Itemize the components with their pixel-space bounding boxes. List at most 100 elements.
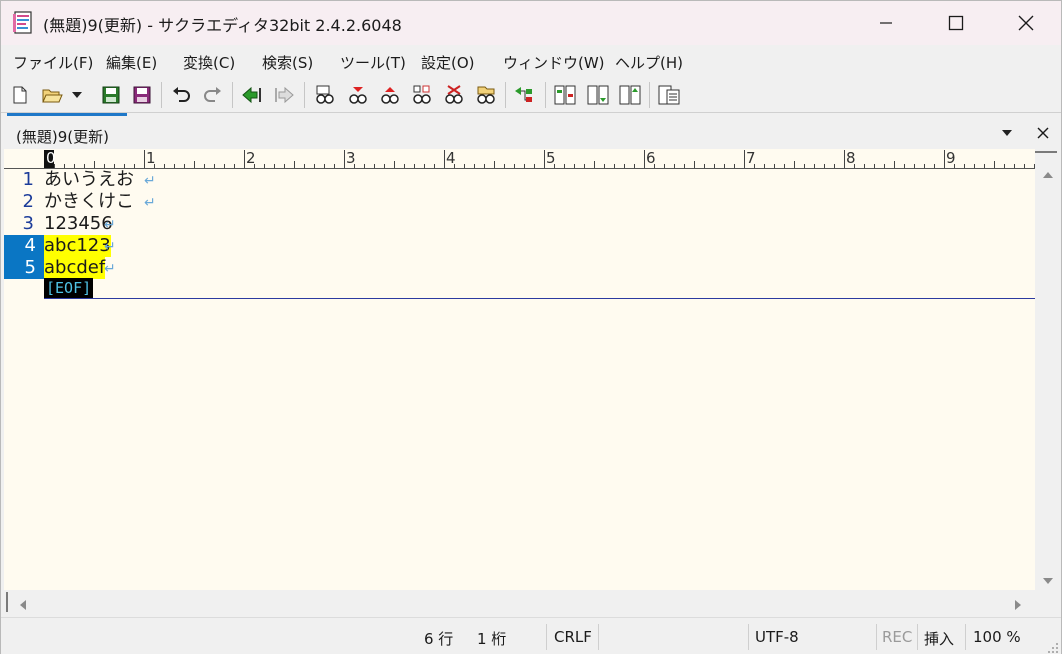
maximize-button[interactable] — [921, 1, 991, 45]
status-separator — [876, 624, 877, 650]
menu-convert[interactable]: 変換(C) — [183, 52, 235, 73]
save-button[interactable] — [98, 82, 124, 108]
scrollbar-split-handle[interactable] — [6, 592, 10, 612]
clear-mark-button[interactable] — [441, 82, 467, 108]
title-bar[interactable]: (無題)9(更新) - サクラエディタ32bit 2.4.2.6048 — [1, 1, 1061, 45]
redo-button[interactable] — [200, 82, 226, 108]
ruler-tick — [124, 164, 125, 168]
ruler-tick — [274, 164, 275, 168]
ruler-tick — [464, 164, 465, 168]
scroll-up-button[interactable] — [1042, 165, 1054, 183]
minimize-button[interactable] — [851, 1, 921, 45]
replace-button[interactable] — [409, 82, 435, 108]
save-all-icon — [133, 86, 151, 104]
ruler-tick — [734, 164, 735, 168]
status-separator — [748, 624, 749, 650]
vertical-scrollbar[interactable] — [1035, 149, 1061, 590]
move-prev-button[interactable] — [239, 82, 265, 108]
ruler-tick — [494, 161, 495, 168]
replace-icon — [413, 85, 431, 104]
status-row: 6 行 — [424, 630, 454, 648]
undo-icon — [173, 87, 190, 102]
ruler-tick — [314, 164, 315, 168]
grep-button[interactable] — [473, 82, 499, 108]
compare-prev-button[interactable] — [617, 82, 643, 108]
menu-search[interactable]: 検索(S) — [262, 52, 313, 73]
scroll-right-button[interactable] — [1014, 597, 1022, 615]
compare-next-button[interactable] — [585, 82, 611, 108]
ruler-number: 8 — [846, 149, 856, 167]
column-ruler[interactable]: 0 1 2 3 4 5 6 7 8 9 — [4, 149, 1035, 169]
save-all-button[interactable] — [129, 82, 155, 108]
status-encoding[interactable]: UTF-8 — [755, 628, 799, 646]
ruler-tick — [564, 164, 565, 168]
ruler-tick — [1004, 164, 1005, 168]
menu-file[interactable]: ファイル(F) — [13, 52, 93, 73]
toolbar — [1, 77, 1061, 113]
tab-bar: (無題)9(更新) — [1, 113, 1061, 149]
ruler-tick — [744, 150, 745, 168]
ruler-tick — [684, 164, 685, 168]
tab-untitled-9[interactable]: (無題)9(更新) — [7, 113, 127, 149]
ruler-tick — [644, 150, 645, 168]
status-eol[interactable]: CRLF — [554, 628, 592, 646]
editor-line[interactable]: 1 あいうえお ↵ — [4, 169, 1035, 191]
ruler-tick — [524, 164, 525, 168]
resize-grip-icon[interactable] — [1045, 640, 1059, 654]
editor-area[interactable]: 0123456789 1 あいうえお ↵ 2 かきくけこ ↵ 3 123456 … — [4, 149, 1035, 590]
window-list-button[interactable] — [656, 82, 682, 108]
ruler-number: 1 — [146, 149, 156, 167]
newline-mark: ↵ — [144, 195, 156, 211]
editor-line[interactable]: 3 123456 ↵ — [4, 213, 1035, 235]
open-dropdown-button[interactable] — [67, 82, 87, 108]
search-button[interactable] — [312, 82, 338, 108]
close-button[interactable] — [991, 1, 1061, 45]
editor-line-selected[interactable]: 5 abcdef ↵ — [4, 257, 1035, 279]
ruler-tick — [944, 150, 945, 168]
ruler-tick — [434, 164, 435, 168]
open-file-button[interactable] — [39, 82, 65, 108]
new-file-button[interactable] — [7, 82, 33, 108]
tab-close-button[interactable] — [1033, 123, 1053, 143]
menu-window[interactable]: ウィンドウ(W) — [503, 52, 605, 73]
ruler-tick — [364, 164, 365, 168]
status-insert-mode[interactable]: 挿入 — [924, 628, 954, 649]
move-next-button[interactable] — [271, 82, 297, 108]
compare-icon — [554, 85, 576, 105]
menu-help[interactable]: ヘルプ(H) — [615, 52, 683, 73]
menu-tools[interactable]: ツール(T) — [340, 52, 406, 73]
ruler-tick — [574, 164, 575, 168]
cursor-underline — [44, 298, 1035, 299]
window-title: (無題)9(更新) - サクラエディタ32bit 2.4.2.6048 — [43, 16, 402, 35]
search-prev-button[interactable] — [345, 82, 371, 108]
scroll-left-button[interactable] — [19, 597, 27, 615]
tab-list-dropdown[interactable] — [997, 125, 1017, 141]
ruler-tick — [934, 164, 935, 168]
ruler-tick — [824, 164, 825, 168]
undo-button[interactable] — [168, 82, 194, 108]
toolbar-separator — [505, 82, 506, 108]
ruler-number: 3 — [346, 149, 356, 167]
ruler-tick — [604, 164, 605, 168]
ruler-tick — [674, 164, 675, 168]
outline-button[interactable] — [512, 82, 538, 108]
save-icon — [102, 86, 120, 104]
line-text: かきくけこ — [44, 191, 134, 212]
menu-settings[interactable]: 設定(O) — [421, 52, 475, 73]
ruler-number: 7 — [746, 149, 756, 167]
ruler-tick — [864, 164, 865, 168]
search-next-button[interactable] — [377, 82, 403, 108]
ruler-tick — [414, 164, 415, 168]
menu-edit[interactable]: 編集(E) — [106, 52, 157, 73]
ruler-tick — [284, 164, 285, 168]
ruler-tick — [214, 164, 215, 168]
compare-button[interactable] — [552, 82, 578, 108]
editor-line[interactable]: 2 かきくけこ ↵ — [4, 191, 1035, 213]
scrollbar-split-handle[interactable] — [1035, 151, 1057, 155]
open-dropdown-icon — [72, 92, 82, 98]
horizontal-scrollbar[interactable] — [4, 590, 1035, 616]
scroll-down-button[interactable] — [1042, 571, 1054, 589]
ruler-tick — [544, 150, 545, 168]
editor-line-selected[interactable]: 4 abc123 ↵ — [4, 235, 1035, 257]
search-prev-icon — [349, 87, 367, 104]
